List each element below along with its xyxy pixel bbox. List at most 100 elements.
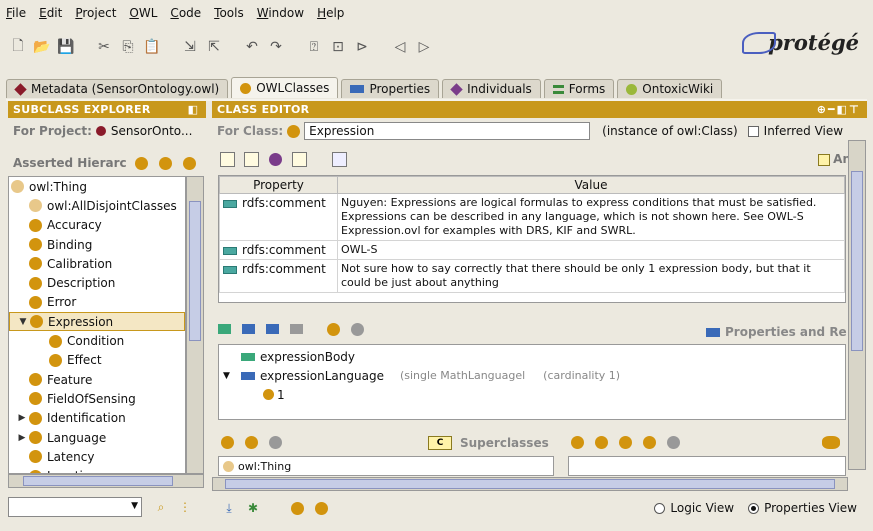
menu-owl[interactable]: OWL xyxy=(129,6,157,20)
create-superclass-icon[interactable] xyxy=(242,433,260,451)
editor-controls-icon[interactable]: ⊕━◧⊤ xyxy=(817,103,861,116)
search-class-icon[interactable] xyxy=(348,320,366,338)
properties-list[interactable]: expressionBody ▼ expressionLanguage (sin… xyxy=(218,344,846,420)
annotation-value[interactable]: Nguyen: Expressions are logical formulas… xyxy=(337,193,845,241)
add-object-property-icon[interactable] xyxy=(242,320,260,338)
copy-icon[interactable]: ⎘ xyxy=(118,37,138,57)
menu-edit[interactable]: Edit xyxy=(39,6,62,20)
tree-toggle[interactable]: ▶ xyxy=(15,433,29,443)
classify-icon[interactable]: ⊡ xyxy=(328,37,348,57)
tree-node[interactable]: Condition xyxy=(9,331,185,350)
create-sibling-icon[interactable] xyxy=(157,154,175,172)
tree-node[interactable]: Binding xyxy=(9,235,185,254)
tree-node[interactable]: Description xyxy=(9,273,185,292)
tree-node[interactable]: FieldOfSensing xyxy=(9,389,185,408)
bug-icon[interactable]: ✱ xyxy=(244,499,262,517)
menu-window[interactable]: Window xyxy=(257,6,304,20)
annotation-value[interactable]: Not sure how to say correctly that there… xyxy=(337,259,845,293)
tree-toggle[interactable]: ▶ xyxy=(15,413,29,423)
tab-individuals[interactable]: Individuals xyxy=(442,79,541,98)
tab-ontoxicwiki[interactable]: OntoxicWiki xyxy=(617,79,723,98)
export-icon[interactable]: ⇱ xyxy=(204,37,224,57)
tree-toggle[interactable]: ▼ xyxy=(16,317,30,327)
forward-icon[interactable]: ▷ xyxy=(414,37,434,57)
table-row[interactable]: rdfs:comment OWL-S xyxy=(219,240,845,260)
tree-node[interactable]: Effect xyxy=(9,351,185,370)
add-annotation-property-icon[interactable] xyxy=(242,150,260,168)
tree-node[interactable]: Feature xyxy=(9,370,185,389)
properties-view-label[interactable]: Properties View xyxy=(764,501,857,515)
menu-file[interactable]: File xyxy=(6,6,26,20)
annotation-value[interactable]: OWL-S xyxy=(337,240,845,260)
add-datatype-property-icon[interactable] xyxy=(218,320,236,338)
tree-node[interactable]: Calibration xyxy=(9,254,185,273)
import-icon[interactable]: ⇲ xyxy=(180,37,200,57)
editor-horizontal-scrollbar[interactable] xyxy=(212,477,848,491)
table-row[interactable]: rdfs:comment Not sure how to say correct… xyxy=(219,259,845,293)
tab-owlclasses[interactable]: OWLClasses xyxy=(231,77,339,98)
tab-forms[interactable]: Forms xyxy=(543,79,615,98)
create-class-icon[interactable] xyxy=(324,320,342,338)
tree-node[interactable]: ▼ Expression xyxy=(9,312,185,332)
tree-node[interactable]: owl:AllDisjointClasses xyxy=(9,196,185,215)
remove-superclass-icon[interactable] xyxy=(266,433,284,451)
query-icon[interactable]: ⍰ xyxy=(304,37,324,57)
create-subclass-icon[interactable] xyxy=(133,154,151,172)
column-header-value[interactable]: Value xyxy=(337,176,845,194)
logic-view-label[interactable]: Logic View xyxy=(670,501,734,515)
tab-metadata[interactable]: Metadata (SensorOntology.owl) xyxy=(6,79,229,98)
create-disjoint-icon[interactable] xyxy=(592,433,610,451)
tree-node[interactable]: Latency xyxy=(9,447,185,466)
save-icon[interactable]: 💾 xyxy=(56,37,76,57)
add-annotation-value-icon[interactable] xyxy=(266,150,284,168)
paste-icon[interactable]: 📋 xyxy=(142,37,162,57)
reasoner-icon[interactable]: ⊳ xyxy=(352,37,372,57)
menu-code[interactable]: Code xyxy=(170,6,201,20)
logic-view-radio[interactable] xyxy=(654,502,666,514)
class-name-field[interactable]: Expression xyxy=(304,122,591,140)
delete-class-icon[interactable] xyxy=(181,154,199,172)
superclasses-list[interactable]: owl:Thing xyxy=(218,456,554,476)
instance-icon[interactable] xyxy=(288,499,306,517)
menu-project[interactable]: Project xyxy=(75,6,116,20)
new-file-icon[interactable]: 🗋 xyxy=(8,37,28,57)
list-item[interactable]: expressionBody xyxy=(219,347,845,366)
list-item[interactable]: owl:Thing xyxy=(219,457,291,476)
tree-node[interactable]: ▶ Language xyxy=(9,428,185,447)
disjoint-list[interactable] xyxy=(568,456,846,476)
menu-help[interactable]: Help xyxy=(317,6,344,20)
tree-node[interactable]: Error xyxy=(9,293,185,312)
add-superclass-icon[interactable] xyxy=(218,433,236,451)
properties-view-radio[interactable] xyxy=(748,502,760,514)
delete-annotation-icon[interactable] xyxy=(290,150,308,168)
class-tree[interactable]: owl:Thing owl:AllDisjointClasses Accuracy B… xyxy=(8,176,186,474)
annotation-view-icon[interactable] xyxy=(330,150,348,168)
tree-vertical-scrollbar[interactable] xyxy=(186,176,204,474)
tree-node[interactable]: owl:Thing xyxy=(9,177,185,196)
back-icon[interactable]: ◁ xyxy=(390,37,410,57)
add-restriction-icon[interactable] xyxy=(266,320,284,338)
editor-vertical-scrollbar[interactable] xyxy=(848,140,866,470)
redo-icon[interactable]: ↷ xyxy=(266,37,286,57)
add-all-disjoint-icon[interactable] xyxy=(616,433,634,451)
class-instance-icon[interactable] xyxy=(312,499,330,517)
open-file-icon[interactable]: 📂 xyxy=(32,37,52,57)
list-item[interactable]: ▼ expressionLanguage (single MathLanguag… xyxy=(219,366,845,385)
export-class-icon[interactable]: ⤓ xyxy=(220,499,238,517)
binoculars-icon[interactable]: ⌕ xyxy=(152,498,170,516)
hierarchy-icon[interactable]: ⋮ xyxy=(176,498,194,516)
cut-icon[interactable]: ✂ xyxy=(94,37,114,57)
table-row[interactable]: rdfs:comment Nguyen: Expressions are log… xyxy=(219,193,845,241)
panel-menu-icon[interactable]: ◧ xyxy=(188,103,200,116)
tree-node[interactable]: Location xyxy=(9,466,185,473)
collapse-toggle[interactable]: ▼ xyxy=(223,371,241,381)
search-combo[interactable] xyxy=(8,497,142,517)
add-disjoint-icon[interactable] xyxy=(568,433,586,451)
menu-tools[interactable]: Tools xyxy=(214,6,244,20)
inferred-checkbox[interactable] xyxy=(747,125,759,137)
tab-properties[interactable]: Properties xyxy=(341,79,440,98)
remove-disjoint-icon[interactable] xyxy=(640,433,658,451)
inferred-view-toggle[interactable]: Inferred View xyxy=(747,124,843,138)
remove-property-icon[interactable] xyxy=(290,320,308,338)
tree-node[interactable]: ▶ Identification xyxy=(9,409,185,428)
